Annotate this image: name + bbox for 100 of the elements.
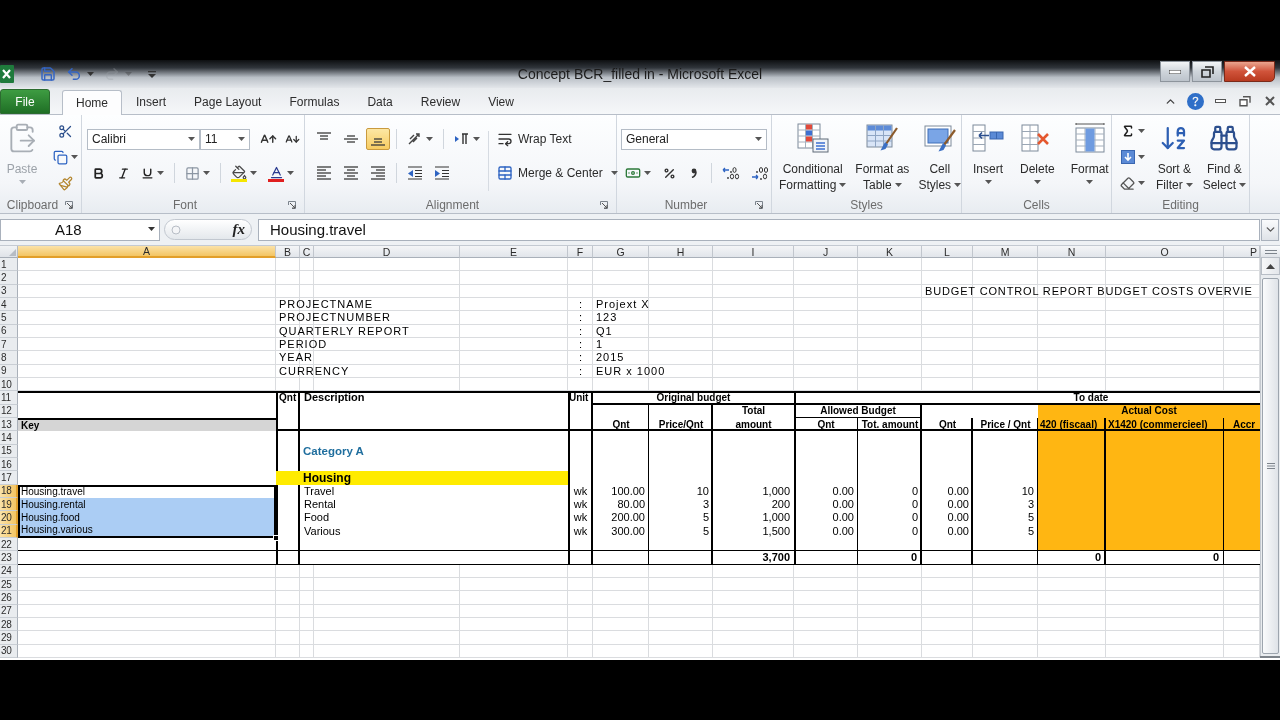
row-header[interactable]: 1 xyxy=(0,258,18,272)
close-icon xyxy=(1265,96,1275,106)
ribbon-tab[interactable]: Data xyxy=(353,89,407,114)
ribbon-tab[interactable]: Insert xyxy=(122,89,181,114)
field-separator: : xyxy=(577,364,584,378)
column-header[interactable]: L xyxy=(922,246,973,258)
column-header[interactable]: K xyxy=(858,246,922,258)
font-size-field[interactable]: 11 xyxy=(200,128,250,150)
ribbon-tab[interactable]: View xyxy=(474,89,528,114)
font-name-field[interactable]: Calibri xyxy=(87,128,200,150)
corner-triangle-icon xyxy=(9,249,16,256)
amount-value: 0.00 xyxy=(831,484,855,498)
conditional-formatting-icon xyxy=(796,122,829,154)
key-cell[interactable]: Housing.food xyxy=(18,511,276,525)
fill-handle[interactable] xyxy=(273,534,279,541)
header-label: amount xyxy=(734,417,773,432)
column-header[interactable]: D xyxy=(314,246,460,258)
splitter-handle-icon xyxy=(171,224,181,235)
close-button[interactable] xyxy=(1224,61,1275,82)
column-header[interactable]: B xyxy=(276,246,300,258)
restore-icon xyxy=(1239,95,1251,107)
row-header[interactable]: 20 xyxy=(0,511,18,525)
column-header[interactable]: P xyxy=(1224,246,1260,258)
scissors-icon xyxy=(58,123,73,139)
column-header[interactable]: M xyxy=(973,246,1038,258)
scrollbar-thumb[interactable] xyxy=(1262,278,1279,654)
amount-value: 3 xyxy=(701,497,710,512)
wrap-text-button[interactable]: Wrap Text xyxy=(493,128,622,150)
caret-icon xyxy=(18,180,26,184)
formula-input[interactable]: Housing.travel xyxy=(258,218,1260,241)
amount-value: 5 xyxy=(1026,524,1035,538)
grip-icon xyxy=(1266,463,1275,469)
column-header[interactable]: A xyxy=(18,246,276,258)
row-header[interactable]: 5 xyxy=(0,311,18,325)
field-separator: : xyxy=(577,337,584,352)
column-header[interactable]: O xyxy=(1106,246,1224,258)
row-header[interactable]: 26 xyxy=(0,591,18,605)
delete-button[interactable]: Delete xyxy=(1017,117,1058,185)
amount-value: 0.00 xyxy=(946,497,970,512)
caret-icon xyxy=(148,227,155,231)
total-value: 0 xyxy=(1093,551,1102,565)
vertical-align-button[interactable] xyxy=(366,128,390,150)
insert-function-button[interactable]: fx xyxy=(230,222,247,237)
split-box[interactable] xyxy=(1261,246,1280,258)
row-header[interactable]: 11 xyxy=(0,391,18,405)
name-box[interactable]: A18 xyxy=(0,218,160,241)
row-header[interactable]: 8 xyxy=(0,351,18,365)
column-header[interactable]: C xyxy=(300,246,314,258)
format-button[interactable]: Format xyxy=(1067,117,1112,185)
align-right-icon xyxy=(370,166,386,180)
restore-button[interactable] xyxy=(1192,61,1222,82)
total-value: 0 xyxy=(909,551,918,565)
column-header[interactable]: G xyxy=(593,246,649,258)
unit-value: wk xyxy=(572,511,589,525)
project-field-label: QUARTERLY REPORT xyxy=(278,324,411,338)
insert-button[interactable]: Insert xyxy=(969,117,1007,185)
line-description: Rental xyxy=(303,497,337,512)
amount-value: 10 xyxy=(1020,484,1035,498)
number-format-field[interactable]: General xyxy=(621,128,767,150)
wrap-text-icon xyxy=(497,131,513,147)
find-select-button[interactable]: Find & Select xyxy=(1199,117,1250,194)
header-label: Qnt xyxy=(816,417,836,432)
expand-formula-bar-button[interactable] xyxy=(1261,218,1279,241)
format-as-table-button[interactable]: Format as Table xyxy=(852,117,913,194)
caret-icon xyxy=(1137,154,1145,159)
column-header[interactable]: I xyxy=(713,246,794,258)
amount-value: 0.00 xyxy=(831,524,855,538)
header-label: Description xyxy=(303,391,366,405)
row-header[interactable]: 2 xyxy=(0,271,18,285)
merge-center-button[interactable]: Merge & Center xyxy=(493,162,622,184)
column-header[interactable]: F xyxy=(568,246,593,258)
row-header[interactable]: 14 xyxy=(0,431,18,445)
project-field-value: 2015 xyxy=(595,351,626,365)
fill-color-icon xyxy=(231,164,247,182)
column-header[interactable]: J xyxy=(794,246,858,258)
sort-filter-button[interactable]: Sort & Filter xyxy=(1153,117,1196,194)
unit-value: wk xyxy=(572,484,589,498)
row-header[interactable]: 29 xyxy=(0,631,18,645)
scroll-up-button[interactable] xyxy=(1261,258,1280,275)
ribbon-tab[interactable]: Formulas xyxy=(275,89,354,114)
field-separator: : xyxy=(577,311,584,325)
bold-icon xyxy=(91,166,105,180)
row-header[interactable]: 17 xyxy=(0,471,18,485)
caret-icon xyxy=(287,170,294,175)
ribbon-tab[interactable]: Review xyxy=(406,89,475,114)
column-header[interactable]: N xyxy=(1038,246,1106,258)
amount-value: 0.00 xyxy=(946,524,970,538)
ribbon-tab[interactable]: Home xyxy=(62,90,122,115)
help-button[interactable] xyxy=(1185,91,1205,111)
header-label: Unit xyxy=(568,391,590,405)
close-icon xyxy=(1243,66,1256,77)
cell-styles-icon xyxy=(923,122,956,154)
column-header[interactable]: H xyxy=(649,246,713,258)
conditional-formatting-button[interactable]: Conditional Formatting xyxy=(776,117,850,194)
ribbon-tab[interactable]: Page Layout xyxy=(180,89,276,114)
caret-icon xyxy=(71,154,78,159)
row-header[interactable]: 23 xyxy=(0,551,18,565)
file-tab[interactable]: File xyxy=(0,89,50,114)
column-header[interactable]: E xyxy=(460,246,568,258)
cell-styles-button[interactable]: Cell Styles xyxy=(915,117,965,194)
